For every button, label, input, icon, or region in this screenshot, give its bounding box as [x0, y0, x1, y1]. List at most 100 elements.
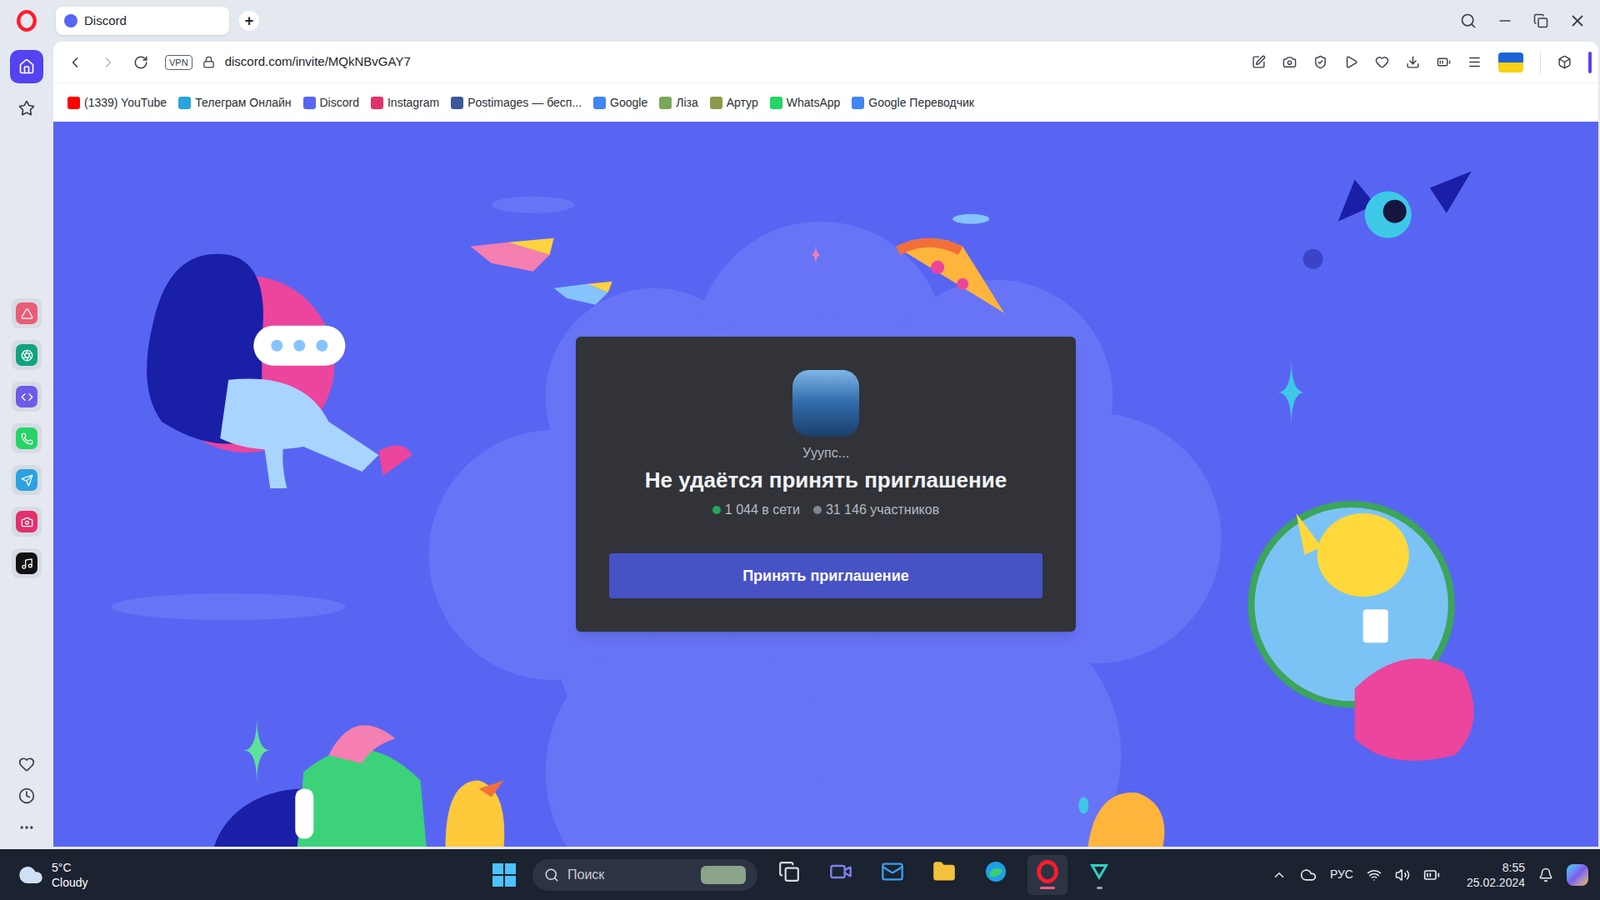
chatgpt-app-button[interactable] — [11, 340, 42, 370]
new-tab-button[interactable]: + — [239, 10, 260, 31]
heart-icon[interactable] — [18, 755, 35, 773]
meet-taskbar-button[interactable] — [820, 855, 861, 895]
bookmark-favicon-icon — [303, 96, 316, 110]
reload-icon[interactable] — [133, 55, 149, 70]
history-icon[interactable] — [18, 787, 35, 805]
sidebar-toggle[interactable] — [1588, 51, 1592, 74]
bookmark-favicon-icon — [851, 96, 865, 110]
vpn-badge[interactable]: VPN — [165, 55, 193, 70]
restore-icon[interactable] — [1533, 13, 1549, 29]
taskbar: 5°CCloudy Поиск РУС 8:5525.02.2024 — [0, 849, 1600, 900]
opera-menu-button[interactable] — [15, 0, 38, 42]
edge-taskbar-button[interactable] — [975, 855, 1016, 895]
explorer-taskbar-button[interactable] — [924, 855, 965, 895]
weather-icon[interactable] — [18, 862, 44, 888]
copilot-icon[interactable] — [1566, 864, 1589, 886]
bookmark-favicon-icon — [450, 96, 464, 110]
close-icon[interactable] — [1568, 11, 1587, 30]
bookmark-favicon-icon — [770, 96, 783, 110]
invite-status: Ууупс... — [802, 443, 850, 464]
back-icon[interactable] — [66, 54, 84, 71]
bookmark-favicon-icon — [67, 96, 80, 110]
discord-favicon-icon — [64, 14, 78, 28]
tab-title: Discord — [84, 11, 127, 31]
bookmark-favicon-icon — [370, 96, 384, 110]
bookmark-item[interactable]: Discord — [303, 94, 360, 112]
bookmark-item[interactable]: Postimages — бесп... — [450, 94, 582, 112]
favorites-icon — [18, 100, 35, 117]
instagram-app-button[interactable] — [11, 506, 42, 537]
books — [470, 238, 613, 305]
task-view-taskbar-button[interactable] — [769, 855, 810, 895]
discord-invite-page: Ууупс...Не удаётся принять приглашение1 … — [53, 121, 1599, 847]
home-icon — [18, 58, 35, 75]
aria-app-button[interactable] — [11, 298, 42, 329]
taskbar-search[interactable]: Поиск — [532, 859, 758, 891]
bookmark-favicon-icon — [710, 96, 723, 110]
server-icon — [792, 370, 860, 437]
url-field[interactable]: discord.com/invite/MQkNBvGAY7 — [225, 52, 411, 72]
home-button[interactable] — [10, 50, 44, 84]
heart-icon[interactable] — [1375, 55, 1390, 70]
favorites-button[interactable] — [10, 91, 44, 125]
server-stats: 1 044 в сети31 146 участников — [712, 500, 940, 520]
tray-overflow-icon[interactable] — [1271, 867, 1287, 883]
accept-invite-button[interactable]: Принять приглашение — [609, 553, 1043, 599]
bookmark-favicon-icon — [659, 96, 672, 110]
opera-taskbar-button[interactable] — [1027, 855, 1068, 895]
app-icon — [1087, 860, 1111, 884]
screen: Discord + VPN discord.com/invite/MQkNBvGAY7… — [0, 0, 1600, 900]
minimize-icon[interactable] — [1496, 12, 1514, 30]
meet-icon — [829, 860, 853, 884]
waving-character — [1251, 504, 1475, 761]
edge-icon — [984, 860, 1008, 884]
wifi-icon[interactable] — [1366, 867, 1382, 883]
volume-icon[interactable] — [1395, 867, 1410, 883]
search-tabs-icon[interactable] — [1460, 12, 1477, 30]
bookmark-item[interactable]: Ліза — [659, 94, 699, 112]
forward-icon[interactable] — [100, 54, 117, 71]
other-taskbar-button[interactable] — [1079, 855, 1120, 895]
bookmark-favicon-icon — [593, 96, 606, 110]
snapshot-icon[interactable] — [1282, 55, 1297, 70]
extensions-icon[interactable] — [1557, 55, 1572, 70]
bookmark-item[interactable]: (1339) YouTube — [67, 94, 167, 112]
player-icon[interactable] — [1344, 55, 1359, 70]
browser-main: Discord + VPN discord.com/invite/MQkNBvGAY7… — [53, 0, 1600, 850]
start-button[interactable] — [487, 858, 521, 892]
battery-icon[interactable] — [1423, 866, 1440, 884]
running-indicator — [1096, 886, 1103, 890]
download-icon[interactable] — [1405, 55, 1420, 70]
browser-window: Discord + VPN discord.com/invite/MQkNBvGAY7… — [0, 0, 1600, 850]
bookmark-item[interactable]: Телеграм Онлайн — [178, 94, 291, 112]
bookmark-item[interactable]: Артур — [710, 94, 759, 112]
telegram-icon — [20, 474, 34, 487]
address-bar: VPN discord.com/invite/MQkNBvGAY7 — [53, 41, 1599, 84]
tiktok-app-button[interactable] — [11, 548, 42, 579]
bookmark-item[interactable]: Instagram — [370, 94, 440, 112]
onedrive-icon[interactable] — [1300, 866, 1317, 884]
opera-logo-icon — [1035, 860, 1060, 884]
whatsapp-app-button[interactable] — [11, 423, 42, 454]
edit-icon[interactable] — [1251, 55, 1266, 70]
easy-setup-icon[interactable] — [1467, 55, 1482, 70]
server-stat: 1 044 в сети — [712, 500, 800, 520]
profile-flag-icon[interactable] — [1498, 52, 1524, 73]
bookmark-item[interactable]: Google Переводчик — [851, 94, 975, 112]
cs-icon — [20, 390, 34, 404]
shield-icon[interactable] — [1313, 55, 1328, 70]
more-icon[interactable] — [18, 819, 35, 836]
notifications-icon[interactable] — [1538, 867, 1554, 883]
clock[interactable]: 8:5525.02.2024 — [1466, 860, 1525, 890]
telegram-app-button[interactable] — [11, 465, 42, 495]
whatsapp-icon — [20, 432, 34, 445]
language-indicator[interactable]: РУС — [1330, 865, 1354, 884]
browser-tab[interactable]: Discord — [55, 6, 230, 35]
bookmark-item[interactable]: WhatsApp — [770, 94, 841, 112]
weather-widget[interactable]: 5°CCloudy — [51, 860, 89, 890]
mail-taskbar-button[interactable] — [872, 855, 913, 895]
bookmark-item[interactable]: Google — [593, 94, 648, 112]
battery-saver-icon[interactable] — [1436, 55, 1451, 70]
bookmarks-bar: (1339) YouTube Телеграм Онлайн Discord Inst… — [53, 83, 1599, 122]
cs-app-button[interactable] — [11, 381, 42, 412]
